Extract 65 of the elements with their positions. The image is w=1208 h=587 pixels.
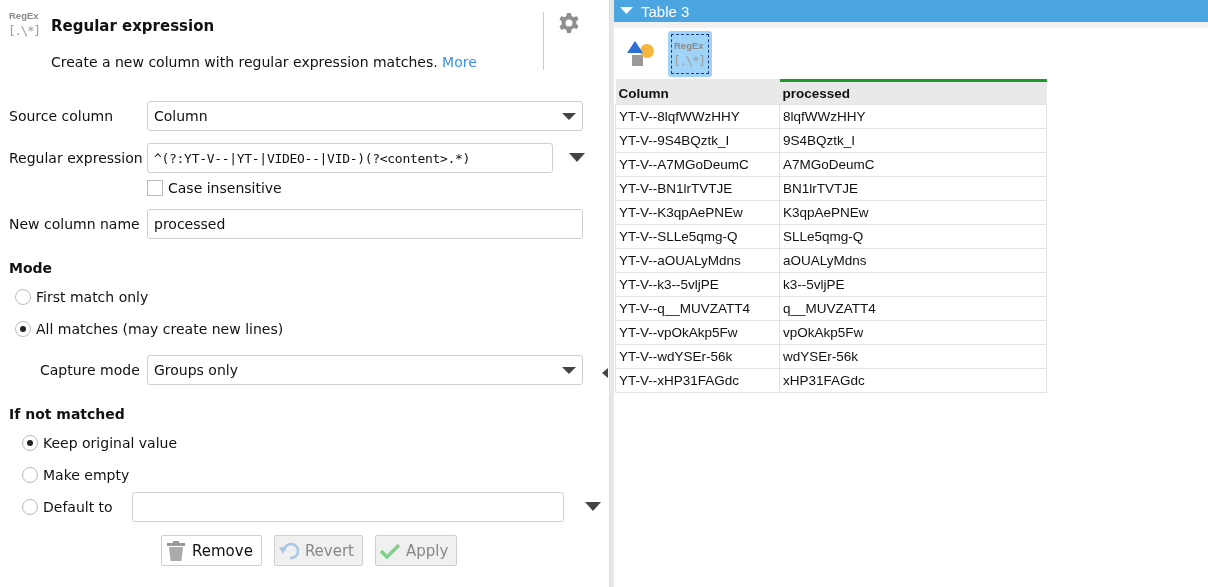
- table-cell: YT-V--xHP31FAGdc: [615, 368, 780, 393]
- node-title: Regular expression: [51, 17, 216, 35]
- column-header[interactable]: processed: [779, 80, 1047, 105]
- table-cell: YT-V--SLLe5qmg-Q: [615, 224, 780, 249]
- table-cell: xHP31FAGdc: [779, 368, 1047, 393]
- collapse-icon[interactable]: [602, 368, 608, 378]
- expand-icon[interactable]: [620, 7, 633, 15]
- table-cell: BN1lrTVTJE: [779, 176, 1047, 201]
- table-cell: vpOkAkp5Fw: [779, 320, 1047, 345]
- table-cell: wdYSEr-56k: [779, 344, 1047, 369]
- caret-icon[interactable]: [569, 153, 585, 163]
- settings-icon[interactable]: [558, 12, 580, 34]
- checkbox-label: Case insensitive: [168, 180, 282, 196]
- caret-icon: [562, 113, 576, 121]
- radio-button[interactable]: [22, 467, 38, 483]
- table-cell: 8lqfWWzHHY: [779, 104, 1047, 129]
- radio-label: Make empty: [43, 467, 130, 483]
- caret-icon: [562, 367, 576, 375]
- table-cell: YT-V--wdYSEr-56k: [615, 344, 780, 369]
- table-cell: q__MUVZATT4: [779, 296, 1047, 321]
- radio-label: All matches (may create new lines): [36, 321, 284, 337]
- table-cell: SLLe5qmg-Q: [779, 224, 1047, 249]
- field-label: Capture mode: [39, 362, 141, 378]
- node-description: Create a new column with regular expression matches.: [51, 54, 439, 70]
- table-cell: YT-V--k3--5vljPE: [615, 272, 780, 297]
- input-field[interactable]: processed: [147, 209, 583, 239]
- table-cell: 9S4BQztk_I: [779, 128, 1047, 153]
- radio-label: First match only: [36, 289, 149, 305]
- table-title: Table 3: [641, 2, 690, 20]
- table-cell: k3--5vljPE: [779, 272, 1047, 297]
- radio-label: Default to: [43, 499, 113, 515]
- field-label: Regular expression: [8, 150, 144, 166]
- checkbox[interactable]: [147, 180, 163, 196]
- trash-icon: [166, 539, 186, 562]
- section-title: If not matched: [8, 405, 126, 424]
- section-title: Mode: [8, 259, 54, 278]
- radio-button[interactable]: [15, 321, 31, 337]
- table-cell: YT-V--9S4BQztk_I: [615, 128, 780, 153]
- caret-icon[interactable]: [584, 502, 601, 512]
- check-icon: [380, 542, 400, 559]
- undo-icon: [278, 541, 299, 560]
- table-cell: K3qpAePNEw: [779, 200, 1047, 225]
- table-cell: YT-V--K3qpAePNEw: [615, 200, 780, 225]
- table-cell: aOUALyMdns: [779, 248, 1047, 273]
- table-cell: YT-V--aOUALyMdns: [615, 248, 780, 273]
- capture-mode-select[interactable]: Groups only: [147, 355, 583, 385]
- default-value-field[interactable]: [131, 492, 564, 522]
- regex-field[interactable]: ^(?:YT-V--|YT-|VIDEO--|VID-)(?<content>.*): [147, 143, 553, 173]
- table-cell: YT-V--vpOkAkp5Fw: [615, 320, 780, 345]
- remove-button[interactable]: Remove: [161, 535, 262, 566]
- radio-button[interactable]: [22, 435, 38, 451]
- table-cell: YT-V--8lqfWWzHHY: [615, 104, 780, 129]
- radio-label: Keep original value: [43, 435, 178, 451]
- regex-icon: RegEx [.\*]: [673, 37, 707, 70]
- column-header[interactable]: Column: [615, 80, 780, 105]
- table-cell: YT-V--q__MUVZATT4: [615, 296, 780, 321]
- table-cell: A7MGoDeumC: [779, 152, 1047, 177]
- table-cell: YT-V--A7MGoDeumC: [615, 152, 780, 177]
- field-label: New column name: [8, 216, 141, 232]
- field-label: Source column: [8, 108, 115, 124]
- source-column-select[interactable]: Column: [147, 101, 583, 131]
- regex-icon: RegEx [.\*]: [8, 8, 42, 40]
- radio-button[interactable]: [15, 289, 31, 305]
- table-cell: YT-V--BN1lrTVTJE: [615, 176, 780, 201]
- radio-button[interactable]: [22, 499, 38, 515]
